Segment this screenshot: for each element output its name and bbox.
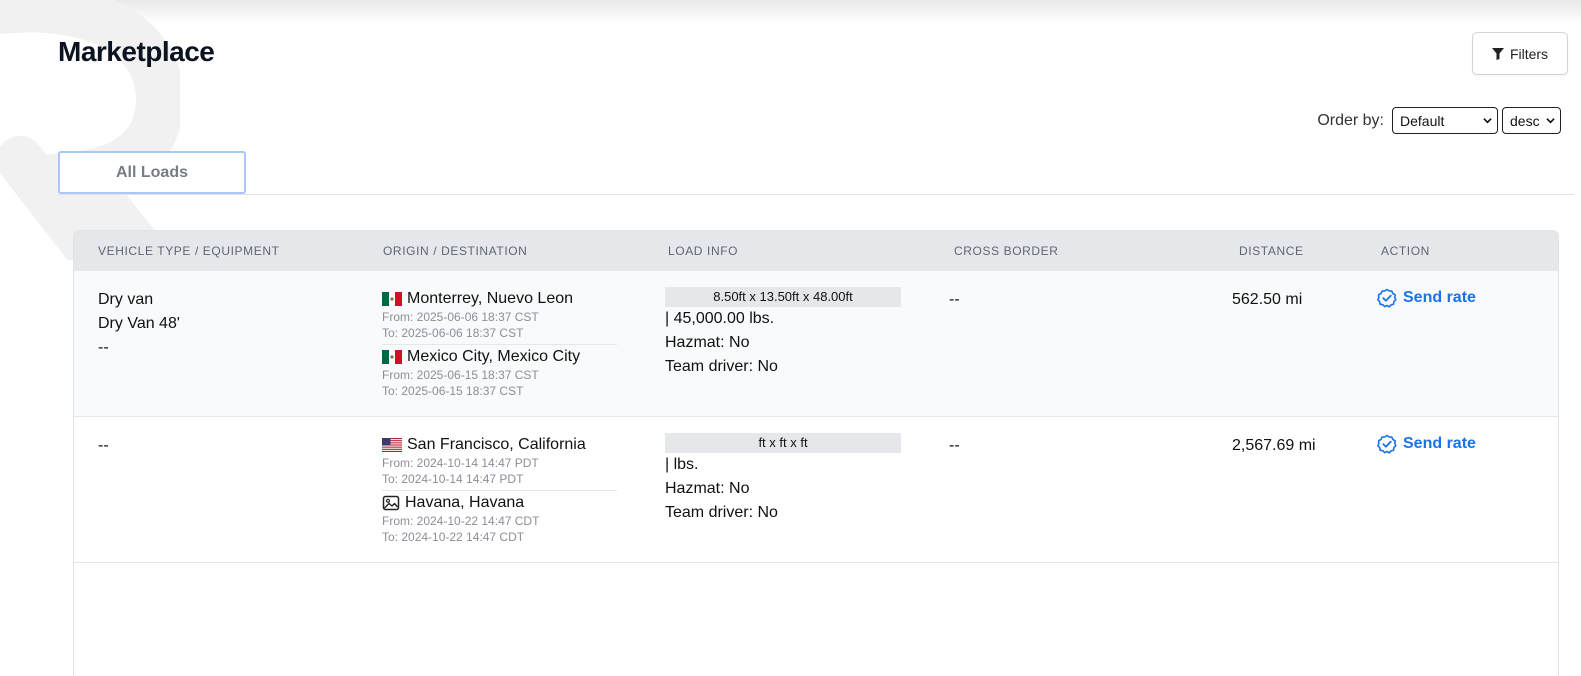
load-info-cell: ft x ft x ft | lbs. Hazmat: No Team driv… — [665, 433, 901, 525]
destination-place: Havana, Havana — [405, 494, 525, 511]
chevron-down-icon — [1483, 118, 1492, 124]
filters-label: Filters — [1509, 45, 1549, 62]
column-header-vehicle: VEHICLE TYPE / EQUIPMENT — [98, 244, 280, 258]
send-rate-button[interactable]: Send rate — [1377, 434, 1476, 454]
send-rate-label: Send rate — [1403, 289, 1476, 306]
load-hazmat: Hazmat: No — [665, 480, 750, 497]
top-shadow — [0, 0, 1581, 24]
image-placeholder-icon — [382, 495, 400, 511]
distance-cell: 2,567.69 mi — [1232, 437, 1316, 454]
load-team-driver: Team driver: No — [665, 504, 778, 521]
table-row: Dry van Dry Van 48' -- Monterrey, Nuevo … — [74, 271, 1558, 417]
distance-cell: 562.50 mi — [1232, 291, 1303, 308]
vehicle-type: Dry van — [98, 291, 154, 308]
origin-location: San Francisco, California — [382, 435, 617, 455]
column-header-load-info: LOAD INFO — [668, 244, 739, 258]
destination-location: Havana, Havana — [382, 493, 617, 513]
load-weight: | lbs. — [665, 456, 699, 473]
check-circle-icon — [1377, 288, 1397, 308]
mexico-flag-icon — [382, 350, 402, 364]
page-title: Marketplace — [58, 36, 215, 67]
check-circle-icon — [1377, 434, 1397, 454]
column-header-cross-border: CROSS BORDER — [954, 244, 1059, 258]
load-team-driver: Team driver: No — [665, 358, 778, 375]
sort-direction-value: desc — [1510, 112, 1540, 129]
divider — [382, 344, 617, 345]
order-by-label: Order by: — [1317, 111, 1384, 129]
origin-location: Monterrey, Nuevo Leon — [382, 289, 617, 309]
order-by-select[interactable]: Default — [1392, 107, 1498, 134]
destination-to-time: To: 2025-06-15 18:37 CST — [382, 384, 524, 398]
column-header-distance: DISTANCE — [1239, 244, 1304, 258]
origin-place: San Francisco, California — [407, 436, 586, 453]
sort-direction-select[interactable]: desc — [1502, 107, 1561, 134]
load-dimensions: 8.50ft x 13.50ft x 48.00ft — [665, 287, 901, 307]
cross-border-cell: -- — [949, 437, 960, 454]
load-hazmat: Hazmat: No — [665, 334, 750, 351]
usa-flag-icon — [382, 438, 402, 452]
destination-from-time: From: 2024-10-22 14:47 CDT — [382, 514, 540, 528]
send-rate-button[interactable]: Send rate — [1377, 288, 1476, 308]
destination-location: Mexico City, Mexico City — [382, 347, 617, 367]
vehicle-type: -- — [98, 437, 109, 454]
origin-destination-cell: Monterrey, Nuevo Leon From: 2025-06-06 1… — [382, 289, 617, 399]
order-by-value: Default — [1400, 112, 1445, 129]
vehicle-equipment: Dry Van 48' — [98, 315, 180, 332]
origin-from-time: From: 2025-06-06 18:37 CST — [382, 310, 539, 324]
loads-table: VEHICLE TYPE / EQUIPMENT ORIGIN / DESTIN… — [73, 230, 1559, 676]
tab-bar: All Loads — [58, 151, 1574, 195]
order-by-controls: Order by: Default desc — [1317, 107, 1561, 134]
cross-border-cell: -- — [949, 291, 960, 308]
tab-all-loads[interactable]: All Loads — [58, 151, 246, 194]
funnel-icon — [1491, 47, 1504, 60]
vehicle-extra: -- — [98, 339, 109, 356]
origin-destination-cell: San Francisco, California From: 2024-10-… — [382, 435, 617, 545]
origin-place: Monterrey, Nuevo Leon — [407, 290, 574, 307]
vehicle-cell: -- — [98, 434, 109, 458]
load-weight: | 45,000.00 lbs. — [665, 310, 775, 327]
origin-to-time: To: 2024-10-14 14:47 PDT — [382, 472, 524, 486]
origin-to-time: To: 2025-06-06 18:37 CST — [382, 326, 524, 340]
send-rate-label: Send rate — [1403, 435, 1476, 452]
vehicle-cell: Dry van Dry Van 48' -- — [98, 288, 180, 360]
chevron-down-icon — [1546, 118, 1555, 124]
origin-from-time: From: 2024-10-14 14:47 PDT — [382, 456, 539, 470]
filters-button[interactable]: Filters — [1472, 32, 1568, 75]
column-header-action: ACTION — [1381, 244, 1430, 258]
destination-from-time: From: 2025-06-15 18:37 CST — [382, 368, 539, 382]
table-header: VEHICLE TYPE / EQUIPMENT ORIGIN / DESTIN… — [74, 231, 1558, 271]
destination-place: Mexico City, Mexico City — [407, 348, 581, 365]
load-info-cell: 8.50ft x 13.50ft x 48.00ft | 45,000.00 l… — [665, 287, 901, 379]
load-dimensions: ft x ft x ft — [665, 433, 901, 453]
column-header-origin-destination: ORIGIN / DESTINATION — [383, 244, 528, 258]
mexico-flag-icon — [382, 292, 402, 306]
divider — [382, 490, 617, 491]
destination-to-time: To: 2024-10-22 14:47 CDT — [382, 530, 525, 544]
table-row: -- San Francisco, California From: 2024-… — [74, 417, 1558, 563]
